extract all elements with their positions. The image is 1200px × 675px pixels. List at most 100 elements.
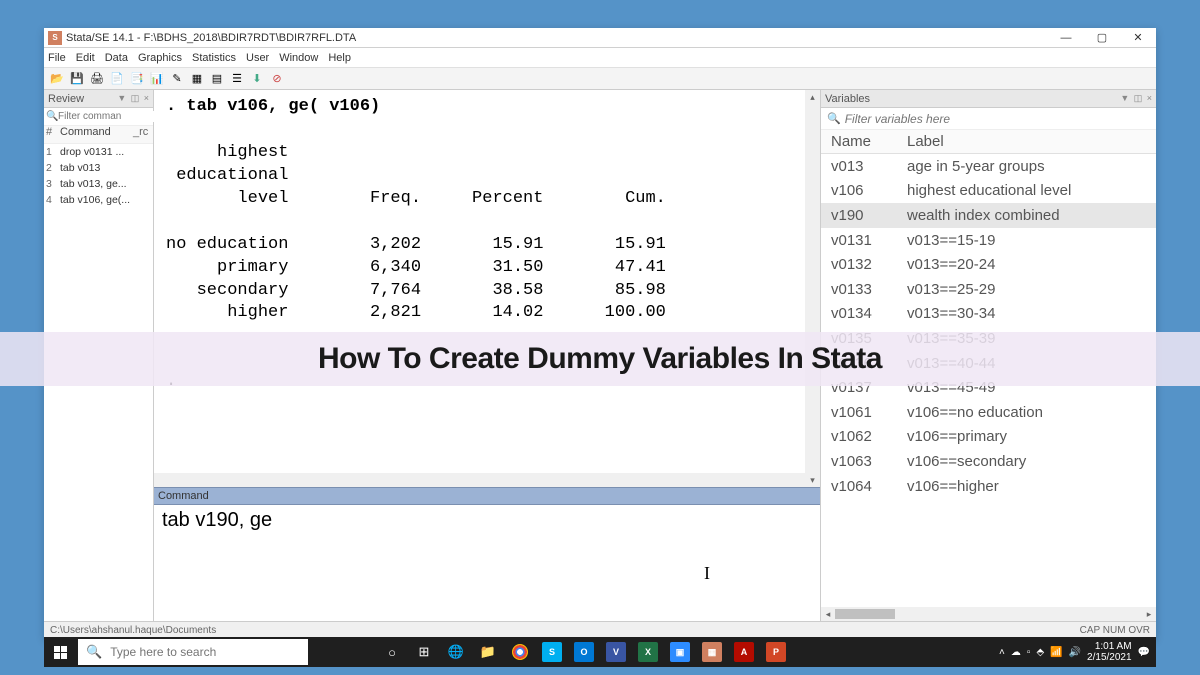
titlebar[interactable]: S Stata/SE 14.1 - F:\BDHS_2018\BDIR7RDT\…: [44, 28, 1156, 48]
open-icon[interactable]: 📂: [48, 71, 66, 87]
variables-title[interactable]: Variables ▼ ◫ ×: [821, 90, 1156, 108]
stata-taskbar-icon[interactable]: ▦: [698, 638, 726, 666]
stata-app-icon: S: [48, 31, 62, 45]
adobe-reader-icon[interactable]: A: [730, 638, 758, 666]
var-name: v0132: [821, 256, 901, 273]
variable-row[interactable]: v1062v106==primary: [821, 425, 1156, 450]
variables-scrollbar-h[interactable]: ◂ ▸: [821, 607, 1156, 621]
menu-user[interactable]: User: [246, 52, 269, 64]
review-col-cmd[interactable]: Command: [58, 126, 133, 143]
break-icon[interactable]: ⊘: [268, 71, 286, 87]
review-col-rc[interactable]: _rc: [133, 126, 153, 143]
cortana-icon[interactable]: ○: [378, 638, 406, 666]
notifications-icon[interactable]: 💬: [1138, 647, 1150, 658]
menu-file[interactable]: File: [48, 52, 66, 64]
viewer-icon[interactable]: 📑: [128, 71, 146, 87]
variable-row[interactable]: v1064v106==higher: [821, 474, 1156, 499]
menu-data[interactable]: Data: [105, 52, 128, 64]
chrome-icon[interactable]: [506, 638, 534, 666]
taskbar-apps: ○ ⊞ 🌐 📁 S O V X ▣ ▦ A P: [378, 638, 790, 666]
var-label: wealth index combined: [901, 207, 1156, 224]
start-button[interactable]: [44, 637, 76, 667]
system-tray: ˄ ☁ ▫ ⬘ 📶 🔊 1:01 AM 2/15/2021 💬: [999, 641, 1156, 663]
do-editor-icon[interactable]: ✎: [168, 71, 186, 87]
scroll-right-icon[interactable]: ▸: [1142, 609, 1156, 620]
variable-row[interactable]: v190wealth index combined: [821, 203, 1156, 228]
menu-help[interactable]: Help: [328, 52, 351, 64]
status-indicators: CAP NUM OVR: [1080, 625, 1150, 636]
tray-up-icon[interactable]: ˄: [999, 647, 1005, 658]
menu-window[interactable]: Window: [279, 52, 318, 64]
maximize-button[interactable]: ▢: [1084, 28, 1120, 48]
minimize-button[interactable]: —: [1048, 28, 1084, 48]
scroll-down-icon[interactable]: ▾: [805, 473, 820, 487]
results-scrollbar-h[interactable]: [154, 473, 805, 487]
var-label: v013==20-24: [901, 256, 1156, 273]
menu-edit[interactable]: Edit: [76, 52, 95, 64]
var-col-name[interactable]: Name: [821, 133, 901, 150]
variable-row[interactable]: v1063v106==secondary: [821, 449, 1156, 474]
taskbar-search[interactable]: 🔍: [78, 639, 308, 665]
more-icon[interactable]: ⬇: [248, 71, 266, 87]
review-item-cmd: tab v013: [58, 162, 153, 174]
data-editor-icon[interactable]: ▦: [188, 71, 206, 87]
variables-filter[interactable]: 🔍: [821, 108, 1156, 130]
tray-app-icon[interactable]: ▫: [1027, 647, 1031, 658]
variable-row[interactable]: v1061v106==no education: [821, 400, 1156, 425]
menu-statistics[interactable]: Statistics: [192, 52, 236, 64]
powerpoint-icon[interactable]: P: [762, 638, 790, 666]
review-item[interactable]: 4tab v106, ge(...: [44, 192, 153, 208]
tray-wifi-icon[interactable]: 📶: [1050, 647, 1062, 658]
overlay-banner: How To Create Dummy Variables In Stata: [0, 332, 1200, 386]
close-button[interactable]: ✕: [1120, 28, 1156, 48]
tray-onedrive-icon[interactable]: ☁: [1011, 647, 1021, 658]
results-window[interactable]: . tab v106, ge( v106) highest educationa…: [154, 90, 820, 487]
windows-logo-icon: [54, 646, 67, 659]
scroll-up-icon[interactable]: ▴: [805, 90, 820, 104]
variables-filter-input[interactable]: [845, 112, 1156, 126]
data-browser-icon[interactable]: ▤: [208, 71, 226, 87]
var-label: v106==primary: [901, 428, 1156, 445]
variable-row[interactable]: v0131v013==15-19: [821, 228, 1156, 253]
status-path: C:\Users\ahshanul.haque\Documents: [50, 625, 216, 636]
save-icon[interactable]: 💾: [68, 71, 86, 87]
outlook-icon[interactable]: O: [570, 638, 598, 666]
variables-title-text: Variables: [825, 93, 870, 105]
edge-icon[interactable]: 🌐: [442, 638, 470, 666]
review-title[interactable]: Review ▼ ◫ ×: [44, 90, 153, 108]
review-item[interactable]: 2tab v013: [44, 160, 153, 176]
review-item[interactable]: 3tab v013, ge...: [44, 176, 153, 192]
variable-row[interactable]: v0132v013==20-24: [821, 252, 1156, 277]
variable-row[interactable]: v0134v013==30-34: [821, 302, 1156, 327]
print-icon[interactable]: 🖨: [88, 71, 106, 87]
visio-icon[interactable]: V: [602, 638, 630, 666]
command-input[interactable]: tab v190, ge I: [154, 505, 820, 621]
variable-row[interactable]: v013age in 5-year groups: [821, 154, 1156, 179]
task-view-icon[interactable]: ⊞: [410, 638, 438, 666]
menu-graphics[interactable]: Graphics: [138, 52, 182, 64]
pane-controls-icon[interactable]: ▼ ◫ ×: [1120, 93, 1156, 104]
review-col-num[interactable]: #: [44, 126, 58, 143]
graph-icon[interactable]: 📊: [148, 71, 166, 87]
var-name: v1063: [821, 453, 901, 470]
command-pane-title[interactable]: Command: [154, 487, 820, 505]
zoom-icon[interactable]: ▣: [666, 638, 694, 666]
taskbar-clock[interactable]: 1:01 AM 2/15/2021: [1087, 641, 1132, 663]
log-icon[interactable]: 📄: [108, 71, 126, 87]
tray-volume-icon[interactable]: 🔊: [1069, 647, 1081, 658]
skype-icon[interactable]: S: [538, 638, 566, 666]
var-manager-icon[interactable]: ☰: [228, 71, 246, 87]
scroll-thumb[interactable]: [835, 609, 895, 619]
review-item[interactable]: 1drop v0131 ...: [44, 144, 153, 160]
taskbar-search-input[interactable]: [110, 645, 308, 659]
variable-row[interactable]: v0133v013==25-29: [821, 277, 1156, 302]
results-scrollbar-v[interactable]: ▴ ▾: [805, 90, 820, 487]
pane-controls-icon[interactable]: ▼ ◫ ×: [117, 93, 153, 104]
review-filter[interactable]: 🔍 i: [44, 108, 153, 126]
file-explorer-icon[interactable]: 📁: [474, 638, 502, 666]
excel-icon[interactable]: X: [634, 638, 662, 666]
scroll-left-icon[interactable]: ◂: [821, 609, 835, 620]
tray-dropbox-icon[interactable]: ⬘: [1036, 647, 1044, 658]
variable-row[interactable]: v106highest educational level: [821, 179, 1156, 204]
var-col-label[interactable]: Label: [901, 133, 1156, 150]
